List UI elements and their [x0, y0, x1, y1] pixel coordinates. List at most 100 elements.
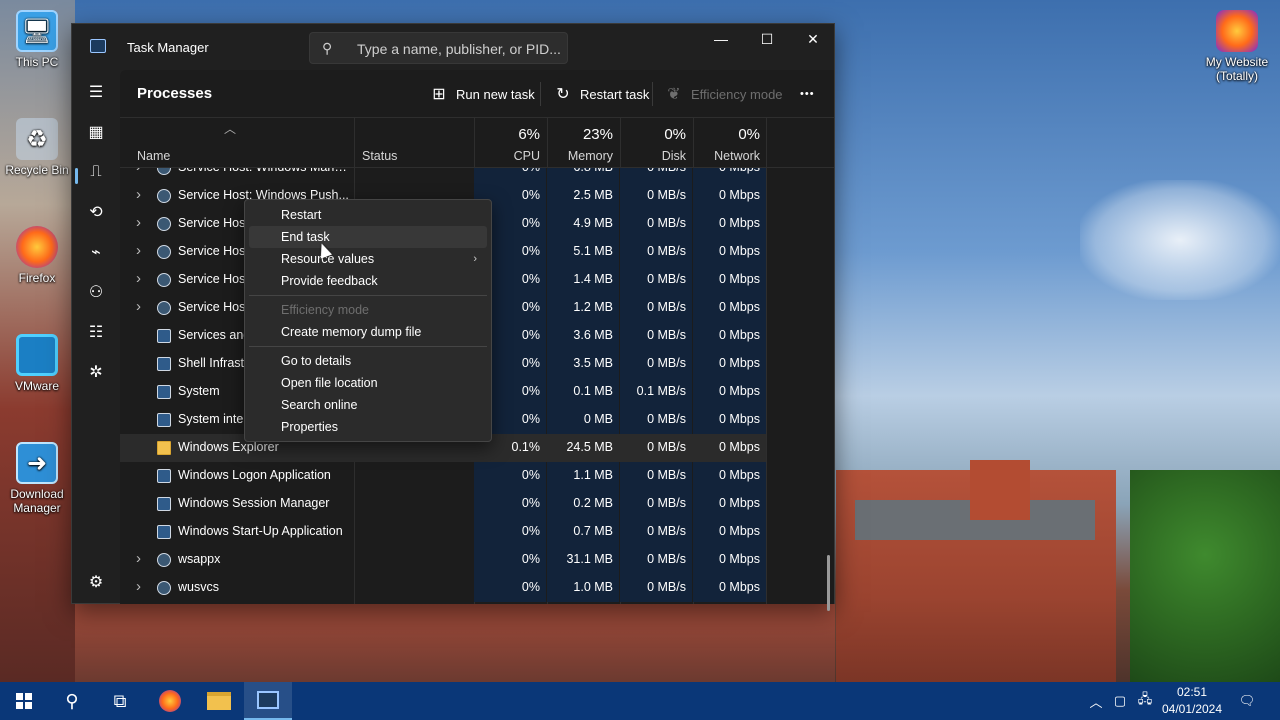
context-menu-item[interactable]: End task: [249, 226, 487, 248]
context-menu-item[interactable]: Search online: [249, 394, 487, 416]
process-disk: 0 MB/s: [647, 524, 686, 538]
process-disk: 0 MB/s: [647, 580, 686, 594]
chevron-right-icon[interactable]: ›: [136, 214, 141, 231]
details-icon[interactable]: ☷: [80, 316, 112, 348]
cpu-total: 6%: [518, 126, 540, 143]
column-network[interactable]: 0% Network: [693, 118, 766, 168]
toolbar: Processes ⊞ Run new task ↻ Restart task …: [120, 70, 834, 118]
title-bar[interactable]: Task Manager ⚲ Type a name, publisher, o…: [72, 24, 834, 70]
desktop-icon-this-pc[interactable]: 🖥 This PC: [1, 10, 73, 69]
process-disk: 0 MB/s: [647, 272, 686, 286]
vmware-icon: [16, 334, 58, 376]
recycle-bin-icon: ♻: [16, 118, 58, 160]
process-mem: 1.2 MB: [573, 300, 613, 314]
windows-logo-icon: [16, 693, 32, 709]
efficiency-mode-button[interactable]: ❦ Efficiency mode: [665, 83, 783, 105]
taskbar: ⚲ ⧉ ︿ ▢ 🖧 02:51 04/01/2024 🗨: [0, 682, 1280, 720]
column-memory[interactable]: 23% Memory: [547, 118, 619, 168]
context-menu-item[interactable]: Resource values ›: [249, 248, 487, 270]
column-cpu[interactable]: 6% CPU: [474, 118, 546, 168]
desktop-icon-firefox[interactable]: Firefox: [1, 226, 73, 285]
column-disk[interactable]: 0% Disk: [620, 118, 692, 168]
chevron-right-icon[interactable]: ›: [136, 168, 141, 175]
chevron-right-icon[interactable]: ›: [136, 186, 141, 203]
context-menu-item[interactable]: Provide feedback: [249, 270, 487, 292]
context-menu-item[interactable]: Properties: [249, 416, 487, 438]
process-mem: 1.0 MB: [573, 580, 613, 594]
chevron-right-icon[interactable]: ›: [136, 578, 141, 595]
context-menu-separator: [249, 346, 487, 347]
app-history-icon[interactable]: ⟲: [80, 196, 112, 228]
column-status[interactable]: Status: [362, 118, 472, 168]
users-icon[interactable]: ⚇: [80, 276, 112, 308]
process-name: Windows Start-Up Application: [178, 524, 343, 538]
context-menu-item[interactable]: Go to details: [249, 350, 487, 372]
notification-square-icon[interactable]: ▢: [1110, 682, 1130, 720]
minimize-button[interactable]: —: [698, 24, 744, 54]
context-menu-item[interactable]: Create memory dump file: [249, 321, 487, 343]
processes-icon[interactable]: ▦: [80, 116, 112, 148]
close-button[interactable]: ✕: [790, 24, 836, 54]
maximize-button[interactable]: ☐: [744, 24, 790, 54]
chevron-right-icon[interactable]: ›: [136, 550, 141, 567]
start-button[interactable]: [0, 682, 48, 720]
task-manager-taskbar-icon[interactable]: [244, 682, 292, 720]
chevron-right-icon[interactable]: ›: [136, 242, 141, 259]
desktop-icon-vmware[interactable]: VMware: [1, 334, 73, 393]
toolbar-divider: [652, 82, 653, 106]
context-menu-item[interactable]: Efficiency mode: [249, 299, 487, 321]
context-menu-item[interactable]: Open file location: [249, 372, 487, 394]
process-disk: 0 MB/s: [647, 412, 686, 426]
process-net: 0 Mbps: [719, 356, 760, 370]
context-menu-item-label: Open file location: [281, 376, 378, 390]
clock[interactable]: 02:51 04/01/2024: [1160, 684, 1224, 718]
performance-icon[interactable]: ⎍: [80, 156, 112, 188]
efficiency-mode-label: Efficiency mode: [691, 86, 783, 102]
process-cpu: 0%: [474, 168, 540, 174]
table-row[interactable]: Windows Start-Up Application 0% 0.7 MB 0 MB…: [120, 518, 766, 546]
network-icon[interactable]: 🖧: [1134, 682, 1156, 720]
firefox-taskbar-icon[interactable]: [146, 682, 194, 720]
process-mem: 24.5 MB: [566, 440, 613, 454]
context-menu-item-label: Go to details: [281, 354, 352, 368]
more-options-button[interactable]: •••: [800, 83, 815, 105]
hamburger-menu-icon[interactable]: ☰: [80, 76, 112, 108]
restart-icon: ↻: [556, 86, 570, 103]
search-taskbar-icon[interactable]: ⚲: [48, 682, 96, 720]
startup-apps-icon[interactable]: ⌁: [80, 236, 112, 268]
context-menu-item[interactable]: Restart: [249, 204, 487, 226]
scrollbar-thumb[interactable]: [827, 555, 830, 611]
settings-gear-icon[interactable]: ⚙: [80, 566, 112, 598]
desktop-icon-download-manager[interactable]: ➜ Download Manager: [1, 442, 73, 515]
column-name[interactable]: Name: [137, 118, 352, 168]
chevron-right-icon[interactable]: ›: [136, 270, 141, 287]
table-row[interactable]: Windows Logon Application 0% 1.1 MB 0 MB/s 0…: [120, 462, 766, 490]
action-center-icon[interactable]: 🗨: [1234, 682, 1260, 720]
run-new-task-button[interactable]: ⊞ Run new task: [430, 83, 534, 105]
restart-task-button[interactable]: ↻ Restart task: [554, 83, 649, 105]
chevron-right-icon[interactable]: ›: [136, 298, 141, 315]
clock-date: 04/01/2024: [1161, 702, 1223, 716]
sidebar: ☰ ▦ ⎍ ⟲ ⌁ ⚇ ☷ ✲ ⚙: [72, 70, 120, 604]
services-icon[interactable]: ✲: [80, 356, 112, 388]
table-row[interactable]: Windows Session Manager 0% 0.2 MB 0 MB/s 0 M…: [120, 490, 766, 518]
task-view-icon[interactable]: ⧉: [96, 682, 144, 720]
table-row[interactable]: › wusvcs 0% 1.0 MB 0 MB/s 0 Mbps: [120, 574, 766, 602]
file-explorer-icon[interactable]: [195, 682, 243, 720]
run-task-icon: ⊞: [432, 86, 446, 103]
process-disk: 0 MB/s: [647, 328, 686, 342]
process-mem: 3.6 MB: [573, 328, 613, 342]
service-gear-icon: [157, 189, 171, 203]
chevron-up-icon[interactable]: ︿: [1086, 682, 1106, 720]
table-row[interactable]: › Service Host: Windows Manag... 0% 6.8 MB 0…: [120, 168, 766, 182]
desktop-icon-recycle-bin[interactable]: ♻ Recycle Bin: [1, 118, 73, 177]
table-row[interactable]: › wsappx 0% 31.1 MB 0 MB/s 0 Mbps: [120, 546, 766, 574]
column-header-row: ︿ Name Status 6% CPU 23% Memory 0% Disk …: [120, 118, 834, 168]
process-net: 0 Mbps: [719, 580, 760, 594]
desktop-icon-my-website[interactable]: My Website (Totally): [1201, 10, 1273, 83]
search-input[interactable]: ⚲ Type a name, publisher, or PID...: [309, 32, 568, 64]
process-disk: 0 MB/s: [647, 552, 686, 566]
process-net: 0 Mbps: [719, 384, 760, 398]
process-mem: 6.8 MB: [547, 168, 613, 174]
network-total: 0%: [738, 126, 760, 143]
